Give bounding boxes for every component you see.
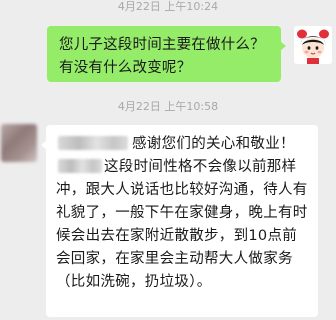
incoming-message-bubble[interactable]: 感谢您们的关心和敬业！ 这段时间性格不会像以前那样冲，跟大人说话也比较好沟通，待人… <box>41 125 318 317</box>
redacted-name <box>58 159 102 173</box>
incoming-message-text-part-1: 感谢您们的关心和敬业！ <box>132 136 295 152</box>
cartoon-girl-avatar-icon <box>294 26 332 64</box>
message-timestamp: 4月22日 上午10:58 <box>117 100 219 113</box>
contact-avatar[interactable] <box>1 124 37 162</box>
outgoing-message-bubble[interactable]: 您儿子这段时间主要在做什么？有没有什么改变呢？ <box>47 26 286 82</box>
redacted-name <box>58 136 128 150</box>
incoming-message-text-part-2: 这段时间性格不会像以前那样冲，跟大人说话也比较好沟通，待人有礼貌了，一般下午在家… <box>56 159 308 290</box>
message-timestamp: 4月22日 上午10:24 <box>117 0 219 13</box>
self-avatar[interactable] <box>294 26 332 64</box>
outgoing-message-text: 您儿子这段时间主要在做什么？有没有什么改变呢？ <box>59 37 265 76</box>
